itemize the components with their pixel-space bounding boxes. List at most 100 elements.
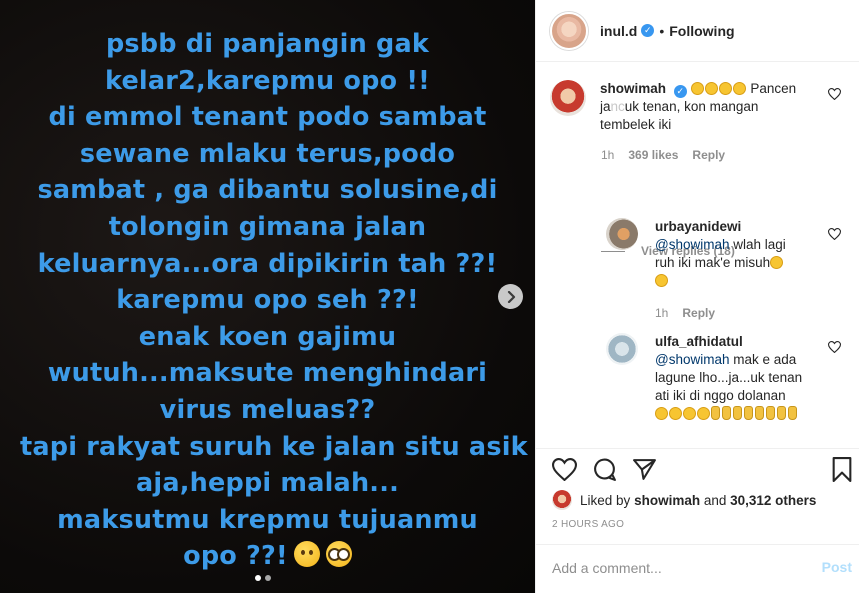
post-text-line: tolongin gimana jalan: [108, 211, 427, 242]
post-text-line: sewane mlaku terus,podo: [79, 138, 456, 169]
comment-text: lagune lho...ja...uk tenan: [655, 370, 803, 385]
censored-text: nc: [610, 99, 625, 114]
crossed-fingers-emoji-icon: [744, 406, 753, 420]
reply-button[interactable]: Reply: [692, 148, 725, 162]
comment-text: tembelek iki: [600, 117, 672, 132]
save-bookmark-icon[interactable]: [828, 455, 856, 483]
rofl-emoji-icon: [704, 82, 718, 95]
nerd-face-icon: [325, 541, 352, 568]
comment-text: ati iki di nggo dolanan: [655, 388, 786, 403]
comment-likes[interactable]: 369 likes: [628, 148, 678, 162]
rofl-emoji-icon: [718, 82, 732, 95]
comment-text: wlah lagi: [733, 237, 786, 252]
upside-down-face-icon: [293, 541, 320, 568]
reply-item: ulfa_afhidatul @showimah mak e ada lagun…: [606, 333, 845, 423]
post-text-line: maksutmu krepmu tujuanmu: [57, 504, 478, 535]
crossed-fingers-emoji-icon: [733, 406, 742, 420]
post-actions: Liked by showimah and 30,312 others 2 HO…: [536, 448, 859, 593]
following-button[interactable]: Following: [669, 23, 734, 39]
like-heart-icon[interactable]: [550, 455, 578, 483]
rofl-emoji-icon: [732, 82, 746, 95]
comment-time: 1h: [655, 306, 669, 320]
liker-username[interactable]: showimah: [634, 493, 700, 508]
liked-by-joiner: and: [703, 492, 727, 508]
post-text-line: aja,heppi malah...: [136, 468, 399, 499]
crossed-fingers-emoji-icon: [788, 406, 797, 420]
rofl-emoji-icon: [690, 82, 704, 95]
commenter-avatar[interactable]: [550, 80, 586, 116]
crossed-fingers-emoji-icon: [711, 406, 720, 420]
mention-link[interactable]: @showimah: [655, 237, 729, 252]
comment-text: ja: [600, 99, 611, 114]
header-separator: •: [659, 22, 665, 39]
share-paper-plane-icon[interactable]: [630, 455, 658, 483]
comment-time: 1h: [601, 148, 615, 162]
crossed-fingers-emoji-icon: [722, 406, 731, 420]
post-text-line: sambat , ga dibantu solusine,di: [37, 175, 498, 206]
reply-item: urbayanidewi @showimah wlah lagi ruh iki…: [606, 218, 835, 290]
post-media: psbb di panjangin gak kelar2,karepmu opo…: [0, 0, 535, 593]
carousel-indicator: [255, 575, 271, 581]
comment-username[interactable]: showimah: [600, 81, 666, 96]
comment-body: ulfa_afhidatul @showimah mak e ada lagun…: [655, 333, 845, 423]
post-timestamp[interactable]: 2 HOURS AGO: [552, 519, 624, 530]
post-text-line: virus meluas??: [159, 394, 376, 425]
next-slide-button[interactable]: [498, 284, 523, 309]
commenter-avatar[interactable]: [606, 218, 638, 250]
smiling-emoji-icon: [697, 407, 710, 420]
owner-avatar[interactable]: [550, 11, 588, 50]
liker-avatar[interactable]: [552, 490, 572, 510]
comment-text: mak e ada: [733, 352, 797, 367]
post-text-line: enak koen gajimu: [138, 321, 397, 352]
comment-text: ruh iki mak'e misuh: [655, 255, 771, 270]
post-text-line: di emmol tenant podo sambat: [48, 102, 487, 133]
crossed-fingers-emoji-icon: [777, 406, 786, 420]
comment-text: Pancen: [750, 81, 797, 96]
grinning-sweat-emoji-icon: [655, 274, 668, 287]
like-comment-heart-icon[interactable]: [827, 228, 842, 241]
comments-list: showimah ✓ Pancen jancuk tenan, kon mang…: [536, 63, 859, 448]
post-text-line: kelar2,karepmu opo !!: [104, 65, 431, 96]
comment-meta: 1h Reply: [655, 306, 715, 320]
post-comment-button[interactable]: Post: [822, 559, 852, 575]
crossed-fingers-emoji-icon: [766, 406, 775, 420]
comment-input[interactable]: [552, 560, 792, 576]
commenter-avatar[interactable]: [606, 333, 638, 365]
post-text-line: opo ??!: [183, 541, 288, 572]
carousel-dot-active: [255, 575, 261, 581]
mention-link[interactable]: @showimah: [655, 352, 729, 367]
smiling-emoji-icon: [683, 407, 696, 420]
comment-composer: Post: [536, 544, 859, 593]
post-text-line: psbb di panjangin gak: [105, 29, 430, 59]
crossed-fingers-emoji-icon: [755, 406, 764, 420]
comment-bubble-icon[interactable]: [590, 455, 618, 483]
smiling-emoji-icon: [669, 407, 682, 420]
comment-body: urbayanidewi @showimah wlah lagi ruh iki…: [655, 218, 835, 290]
post-text-line: tapi rakyat suruh ke jalan situ asik: [20, 431, 528, 462]
carousel-dot: [265, 575, 271, 581]
like-comment-heart-icon[interactable]: [827, 341, 842, 354]
post-side-panel: inul.d ✓ • Following showimah ✓ Pancen j…: [535, 0, 859, 593]
likes-count[interactable]: 30,312 others: [730, 493, 816, 508]
comment-username[interactable]: urbayanidewi: [655, 219, 741, 234]
comment-meta: 1h 369 likes Reply: [601, 148, 725, 162]
comment-text: uk tenan, kon mangan: [624, 99, 759, 114]
liked-by-prefix: Liked by: [580, 492, 631, 508]
comment-body: showimah ✓ Pancen jancuk tenan, kon mang…: [600, 80, 832, 134]
liked-by-summary: Liked by showimah and 30,312 others: [552, 490, 816, 510]
comment-username[interactable]: ulfa_afhidatul: [655, 334, 743, 349]
grinning-sweat-emoji-icon: [770, 256, 784, 269]
like-comment-heart-icon[interactable]: [827, 88, 842, 101]
verified-badge-icon: ✓: [673, 85, 687, 98]
smiling-emoji-icon: [655, 407, 668, 420]
comment-item: showimah ✓ Pancen jancuk tenan, kon mang…: [550, 80, 832, 134]
reply-button[interactable]: Reply: [682, 306, 715, 320]
post-image-text: psbb di panjangin gak kelar2,karepmu opo…: [20, 26, 528, 575]
owner-username[interactable]: inul.d: [600, 23, 637, 39]
post-text-line: wutuh...maksute menghindari: [47, 358, 488, 389]
chevron-right-icon: [507, 290, 515, 303]
post-header: inul.d ✓ • Following: [536, 0, 859, 62]
verified-badge-icon: ✓: [641, 24, 655, 37]
post-text-line: karepmu opo seh ??!: [116, 285, 419, 316]
post-text-line: keluarnya...ora dipikirin tah ??!: [37, 248, 498, 279]
